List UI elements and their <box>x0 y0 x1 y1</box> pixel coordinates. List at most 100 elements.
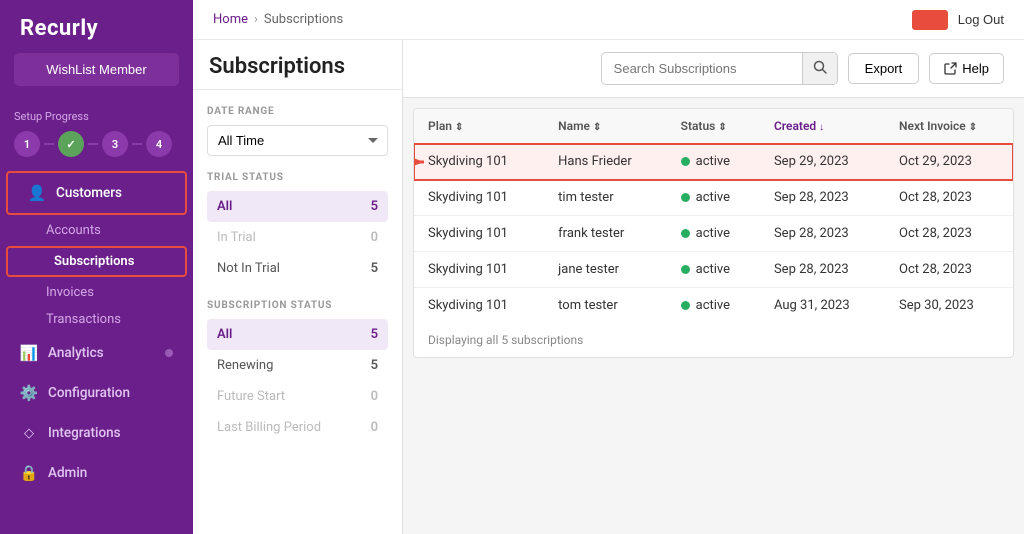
configuration-label: Configuration <box>48 385 130 401</box>
member-button[interactable]: WishList Member <box>14 53 179 86</box>
sub-status-renewing[interactable]: Renewing 5 <box>207 350 388 381</box>
cell-created: Aug 31, 2023 <box>760 288 885 324</box>
table-row[interactable]: Skydiving 101 frank tester active Sep 28… <box>414 216 1013 252</box>
in-trial-label: In Trial <box>217 230 256 245</box>
search-button[interactable] <box>802 53 837 84</box>
trial-all-label: All <box>217 199 232 214</box>
sidebar-item-invoices[interactable]: Invoices <box>0 279 193 306</box>
step-3[interactable]: 3 <box>102 131 128 157</box>
cell-name: frank tester <box>544 216 666 252</box>
col-name[interactable]: Name ⇕ <box>544 109 666 144</box>
cell-plan: Skydiving 101 <box>414 288 544 324</box>
step-4[interactable]: 4 <box>146 131 172 157</box>
sidebar-item-transactions[interactable]: Transactions <box>0 306 193 333</box>
breadcrumb-home[interactable]: Home <box>213 12 248 27</box>
step-2[interactable]: ✓ <box>58 131 84 157</box>
sidebar-item-analytics[interactable]: 📊 Analytics <box>0 333 193 373</box>
analytics-dot <box>165 349 173 357</box>
step-1[interactable]: 1 <box>14 131 40 157</box>
cell-next-invoice: Oct 29, 2023 <box>885 144 1013 180</box>
subscriptions-table: Plan ⇕ Name ⇕ Status ⇕ Created ↓ Next In… <box>414 109 1013 323</box>
status-dot <box>681 229 690 238</box>
help-label: Help <box>962 61 989 76</box>
col-next-invoice[interactable]: Next Invoice ⇕ <box>885 109 1013 144</box>
cell-name: tom tester <box>544 288 666 324</box>
table-wrapper: Plan ⇕ Name ⇕ Status ⇕ Created ↓ Next In… <box>413 108 1014 358</box>
cell-status: active <box>667 288 760 324</box>
step-connector-1 <box>44 143 54 145</box>
subscription-status-options: All 5 Renewing 5 Future Start 0 Last B <box>207 319 388 443</box>
future-start-count: 0 <box>371 389 378 404</box>
step-connector-2 <box>88 143 98 145</box>
search-bar <box>601 52 838 85</box>
table-row[interactable]: Skydiving 101 tom tester active Aug 31, … <box>414 288 1013 324</box>
sidebar-item-customers[interactable]: 👤 Customers <box>8 173 185 213</box>
cell-name: jane tester <box>544 252 666 288</box>
analytics-icon: 📊 <box>20 344 38 362</box>
in-trial-count: 0 <box>371 230 378 245</box>
table-row[interactable]: Skydiving 101 Hans Frieder active Sep 29… <box>414 144 1013 180</box>
sub-status-last-billing: Last Billing Period 0 <box>207 412 388 443</box>
cell-name: Hans Frieder <box>544 144 666 180</box>
table-header-row: Plan ⇕ Name ⇕ Status ⇕ Created ↓ Next In… <box>414 109 1013 144</box>
status-dot <box>681 265 690 274</box>
sidebar-item-admin[interactable]: 🔒 Admin <box>0 453 193 493</box>
page-title-area: Subscriptions <box>193 40 402 90</box>
breadcrumb-current: Subscriptions <box>264 12 343 27</box>
sidebar-item-configuration[interactable]: ⚙️ Configuration <box>0 373 193 413</box>
configuration-icon: ⚙️ <box>20 384 38 402</box>
col-status[interactable]: Status ⇕ <box>667 109 760 144</box>
sidebar-item-integrations[interactable]: ◇ Integrations <box>0 413 193 453</box>
renewing-count: 5 <box>371 358 378 373</box>
setup-progress-label: Setup Progress <box>14 110 179 123</box>
date-range-select[interactable]: All Time <box>207 125 388 156</box>
admin-icon: 🔒 <box>20 464 38 482</box>
setup-steps: 1 ✓ 3 4 <box>14 131 179 157</box>
user-avatar <box>912 10 948 30</box>
customers-label: Customers <box>56 185 122 201</box>
cell-status: active <box>667 144 760 180</box>
status-dot <box>681 301 690 310</box>
trial-status-options: All 5 In Trial 0 Not In Trial 5 <box>207 191 388 284</box>
sidebar-nav: 👤 Customers Accounts Subscriptions Invoi… <box>0 169 193 534</box>
page-title: Subscriptions <box>209 54 386 79</box>
export-button[interactable]: Export <box>848 53 920 84</box>
cell-next-invoice: Oct 28, 2023 <box>885 216 1013 252</box>
cell-next-invoice: Oct 28, 2023 <box>885 180 1013 216</box>
sidebar-item-accounts[interactable]: Accounts <box>0 217 193 244</box>
table-row[interactable]: Skydiving 101 jane tester active Sep 28,… <box>414 252 1013 288</box>
col-plan[interactable]: Plan ⇕ <box>414 109 544 144</box>
cell-created: Sep 28, 2023 <box>760 180 885 216</box>
cell-plan: Skydiving 101 <box>414 216 544 252</box>
trial-status-filter: TRIAL STATUS All 5 In Trial 0 Not In Tri… <box>207 172 388 284</box>
trial-status-not-in-trial[interactable]: Not In Trial 5 <box>207 253 388 284</box>
table-footer: Displaying all 5 subscriptions <box>414 323 1013 357</box>
col-created[interactable]: Created ↓ <box>760 109 885 144</box>
table-body: Skydiving 101 Hans Frieder active Sep 29… <box>414 144 1013 324</box>
sidebar: Recurly WishList Member Setup Progress 1… <box>0 0 193 534</box>
integrations-icon: ◇ <box>20 424 38 442</box>
cell-status: active <box>667 252 760 288</box>
search-input[interactable] <box>602 54 802 83</box>
future-start-label: Future Start <box>217 389 285 404</box>
step-connector-3 <box>132 143 142 145</box>
breadcrumb-separator: › <box>254 12 258 27</box>
admin-label: Admin <box>48 465 87 481</box>
trial-status-all[interactable]: All 5 <box>207 191 388 222</box>
subscription-status-filter: SUBSCRIPTION STATUS All 5 Renewing 5 Fut… <box>207 300 388 443</box>
table-row[interactable]: Skydiving 101 tim tester active Sep 28, … <box>414 180 1013 216</box>
sub-status-all[interactable]: All 5 <box>207 319 388 350</box>
cell-created: Sep 28, 2023 <box>760 252 885 288</box>
renewing-label: Renewing <box>217 358 273 373</box>
sidebar-item-subscriptions[interactable]: Subscriptions <box>8 248 185 275</box>
cell-created: Sep 28, 2023 <box>760 216 885 252</box>
breadcrumb: Home › Subscriptions <box>213 12 343 27</box>
last-billing-label: Last Billing Period <box>217 420 321 435</box>
right-panel: Export Help <box>403 40 1024 534</box>
right-header: Export Help <box>403 40 1024 98</box>
help-button[interactable]: Help <box>929 53 1004 84</box>
topbar: Home › Subscriptions Log Out <box>193 0 1024 40</box>
cell-status: active <box>667 180 760 216</box>
logout-button[interactable]: Log Out <box>958 12 1004 27</box>
date-range-filter: DATE RANGE All Time <box>207 106 388 156</box>
